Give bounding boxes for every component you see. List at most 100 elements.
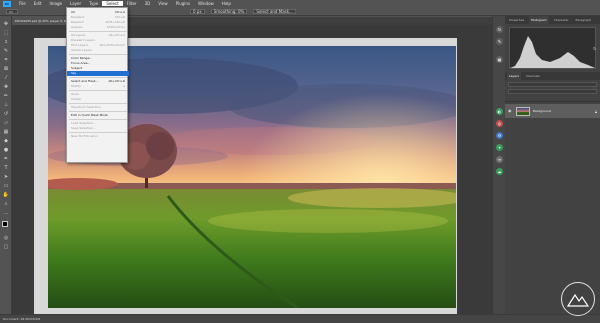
- eraser-tool-icon[interactable]: ▱: [2, 119, 10, 126]
- globe-icon[interactable]: ◎: [496, 120, 503, 127]
- tab-character[interactable]: Character: [552, 16, 571, 24]
- menu-separator: [69, 132, 127, 133]
- menu-filter[interactable]: Filter: [123, 1, 141, 6]
- blend-mode-row[interactable]: [508, 89, 597, 94]
- eyedropper-tool-icon[interactable]: ⁄: [2, 74, 10, 81]
- menu-item-label: Reselect: [71, 20, 84, 24]
- select-menu-item[interactable]: Inverse Shift+Ctrl+I: [67, 25, 129, 30]
- menu-item-label: Find Layers: [71, 43, 89, 47]
- menu-separator: [69, 77, 127, 78]
- brush-icon[interactable]: ✎: [496, 38, 503, 45]
- clone-stamp-tool-icon[interactable]: ⊥: [2, 101, 10, 108]
- healing-brush-tool-icon[interactable]: ✚: [2, 83, 10, 90]
- tab-histogram[interactable]: Histogram: [529, 16, 549, 24]
- feather-input[interactable]: 0 px: [190, 8, 205, 14]
- menu-3d[interactable]: 3D: [141, 1, 155, 6]
- hand-tool-icon[interactable]: ✋: [2, 191, 10, 198]
- right-panels: Properties Histogram Character Paragraph…: [505, 16, 600, 314]
- menu-window[interactable]: Window: [194, 1, 218, 6]
- tool-preset-picker[interactable]: ▭: [6, 8, 18, 14]
- menu-item-label: Edit in Quick Mask Mode: [71, 113, 108, 117]
- select-menu-item[interactable]: Modify ▸: [67, 84, 129, 89]
- select-menu-item[interactable]: Transform Selection: [67, 105, 129, 110]
- quick-mask-icon[interactable]: ◎: [2, 234, 10, 241]
- select-menu-item[interactable]: Similar: [67, 97, 129, 102]
- select-menu-item[interactable]: Isolate Layers: [67, 48, 129, 53]
- settings-icon[interactable]: ⚙: [496, 132, 503, 139]
- menu-view[interactable]: View: [154, 1, 172, 6]
- libraries-icon[interactable]: ☁: [496, 168, 503, 175]
- layers-comp-icon[interactable]: ≡: [496, 156, 503, 163]
- photoshop-logo-icon: Ps: [3, 0, 11, 7]
- mountain-logo-icon: [566, 293, 590, 307]
- screen-mode-icon[interactable]: ▢: [2, 243, 10, 250]
- layer-row[interactable]: ◉ Background 🔒︎: [505, 104, 600, 118]
- menu-help[interactable]: Help: [218, 1, 235, 6]
- menu-item-label: All: [71, 10, 75, 14]
- menu-layer[interactable]: Layer: [66, 1, 85, 6]
- menu-item-shortcut: Shift+Ctrl+I: [106, 25, 125, 29]
- select-menu-item[interactable]: New 3D Extrusion: [67, 134, 129, 139]
- menu-plugins[interactable]: Plugins: [172, 1, 194, 6]
- menu-item-shortcut: ▸: [123, 84, 125, 88]
- zoom-tool-icon[interactable]: ⌕: [2, 200, 10, 207]
- menu-type[interactable]: Type: [85, 1, 102, 6]
- menu-item-label: Select and Mask...: [71, 79, 99, 83]
- collapsed-panel-strip: ↻ ✎ ▦ ◐ ◎ ⚙ ✦ ≡ ☁: [492, 16, 505, 314]
- select-and-mask-button[interactable]: Select and Mask...: [253, 8, 296, 14]
- brush-tool-icon[interactable]: ✏: [2, 92, 10, 99]
- history-brush-tool-icon[interactable]: ↺: [2, 110, 10, 117]
- move-tool-icon[interactable]: ✥: [2, 20, 10, 27]
- menu-separator: [69, 31, 127, 32]
- more-tools-icon[interactable]: …: [2, 209, 10, 216]
- tab-properties[interactable]: Properties: [507, 16, 526, 24]
- histogram-refresh-icon[interactable]: ↻: [593, 46, 596, 51]
- lock-icon[interactable]: 🔒︎: [595, 109, 597, 114]
- quick-select-tool-icon[interactable]: ✎: [2, 47, 10, 54]
- marquee-tool-icon[interactable]: ⬚: [2, 29, 10, 36]
- frame-tool-icon[interactable]: ⊠: [2, 65, 10, 72]
- status-bar: Document: 48.9M/48.9M: [0, 314, 600, 323]
- menu-separator: [69, 119, 127, 120]
- blur-tool-icon[interactable]: ◆: [2, 137, 10, 144]
- smoothing-control[interactable]: Smoothing: 0%: [210, 8, 248, 14]
- menu-select[interactable]: Select: [102, 1, 123, 6]
- plugin-icon[interactable]: ✦: [496, 144, 503, 151]
- top-panel-tabs: Properties Histogram Character Paragraph: [505, 16, 600, 24]
- menu-separator: [69, 103, 127, 104]
- menu-item-label: Deselect Layers: [71, 38, 95, 42]
- dodge-tool-icon[interactable]: ●: [2, 146, 10, 153]
- menu-image[interactable]: Image: [45, 1, 66, 6]
- crop-tool-icon[interactable]: ⌗: [2, 56, 10, 63]
- menu-file[interactable]: File: [15, 1, 30, 6]
- document-status: Document: 48.9M/48.9M: [3, 317, 41, 321]
- swatch-icon[interactable]: ▦: [496, 56, 503, 63]
- histogram-graph: [509, 27, 596, 69]
- select-menu-item[interactable]: Save Selection...: [67, 126, 129, 131]
- menu-separator: [69, 111, 127, 112]
- channel-logo: [561, 282, 595, 316]
- shape-tool-icon[interactable]: ▭: [2, 182, 10, 189]
- select-menu-item[interactable]: Edit in Quick Mask Mode: [67, 113, 129, 118]
- visibility-eye-icon[interactable]: ◉: [508, 109, 513, 113]
- select-menu-item[interactable]: Sky: [67, 71, 129, 76]
- adjust-icon[interactable]: ◐: [496, 108, 503, 115]
- foreground-color-swatch[interactable]: [2, 221, 8, 227]
- menu-item-label: Inverse: [71, 25, 83, 29]
- tab-channels[interactable]: Channels: [524, 72, 542, 80]
- type-tool-icon[interactable]: T: [2, 164, 10, 171]
- tab-paragraph[interactable]: Paragraph: [574, 16, 593, 24]
- layer-filter-row[interactable]: [508, 82, 597, 87]
- path-selection-tool-icon[interactable]: ➤: [2, 173, 10, 180]
- menu-item-label: Transform Selection: [71, 105, 101, 109]
- layers-panel-tabs: Layers Channels: [505, 72, 600, 80]
- gradient-tool-icon[interactable]: ▦: [2, 128, 10, 135]
- history-icon[interactable]: ↻: [496, 26, 503, 33]
- tab-layers[interactable]: Layers: [507, 72, 521, 80]
- pen-tool-icon[interactable]: ✒: [2, 155, 10, 162]
- select-menu-dropdown: All Ctrl+A Deselect Ctrl+D Reselect Shift+Ctr…: [66, 7, 129, 163]
- lasso-tool-icon[interactable]: ↄ: [2, 38, 10, 45]
- menu-edit[interactable]: Edit: [30, 1, 46, 6]
- menu-item-label: Save Selection...: [71, 126, 97, 130]
- menu-item-label: Modify: [71, 84, 81, 88]
